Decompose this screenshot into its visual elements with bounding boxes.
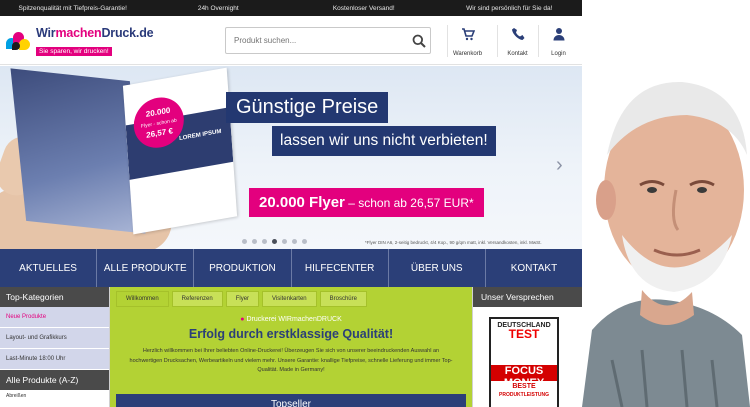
top-info-bar: Spitzenqualität mit Tiefpreis-Garantie! … [0, 0, 582, 16]
welcome-panel: Willkommen Referenzen Flyer Visitenkarte… [110, 287, 472, 407]
topbar-item: 24h Overnight [197, 4, 239, 12]
slider-dot[interactable] [262, 239, 267, 244]
topbar-item: Wir sind persönlich für Sie da! [466, 4, 553, 12]
cart-button[interactable]: Warenkorb [447, 25, 487, 57]
slider-dot[interactable] [292, 239, 297, 244]
phone-icon [511, 28, 524, 40]
search-input[interactable] [226, 28, 408, 53]
nav-item-aktuelles[interactable]: AKTUELLES [0, 249, 98, 287]
topseller-heading: Topseller [116, 394, 466, 407]
search-icon[interactable] [408, 30, 430, 52]
welcome-tag: ● Druckerei WIRmachenDRUCK [240, 316, 342, 323]
sidebar-item-neue-produkte[interactable]: Neue Produkte [0, 307, 109, 328]
tab-visitenkarten[interactable]: Visitenkarten [262, 291, 317, 307]
nav-item-kontakt[interactable]: KONTAKT [486, 249, 582, 287]
logo-name: WirmachenDruck.de [36, 26, 154, 40]
website-screenshot: Spitzenqualität mit Tiefpreis-Garantie! … [0, 0, 582, 407]
nav-item-produktion[interactable]: PRODUKTION [194, 249, 292, 287]
person-image [582, 60, 750, 407]
nav-item-ueber-uns[interactable]: ÜBER UNS [389, 249, 486, 287]
hero-subline: lassen wir uns nicht verbieten! [272, 126, 496, 156]
slider-dot-active[interactable] [272, 239, 277, 244]
slider-dots[interactable] [242, 239, 307, 244]
welcome-title: Erfolg durch erstklassige Qualität! [188, 327, 394, 341]
hero-offer: 20.000 Flyer – schon ab 26,57 EUR* [249, 188, 484, 217]
tab-referenzen[interactable]: Referenzen [171, 291, 223, 307]
slider-dot[interactable] [242, 239, 247, 244]
slider-dot[interactable] [252, 239, 257, 244]
login-label: Login [551, 51, 566, 57]
sidebar-title: Top-Kategorien [0, 287, 109, 307]
hero-headline: Günstige Preise [226, 92, 389, 123]
main-nav: AKTUELLES ALLE PRODUKTE PRODUKTION HILFE… [0, 249, 582, 287]
hero-footnote: *Flyer DIN A6, 2-seitig bedruckt, 4/4 Ko… [365, 240, 542, 245]
contact-label: Kontakt [507, 51, 528, 57]
promise-sidebar: Unser Versprechen DEUTSCHLAND TEST FOCUS … [472, 287, 582, 407]
welcome-text: Herzlich willkommen bei Ihrer beliebten … [129, 348, 453, 373]
contact-button[interactable]: Kontakt [497, 25, 537, 57]
logo-drops-icon [6, 30, 32, 54]
print-drops-icon: ● [240, 316, 245, 323]
category-sidebar: Top-Kategorien Neue Produkte Layout- und… [0, 287, 110, 407]
test-seal: DEUTSCHLAND TEST FOCUS MONEY BESTE PRODUKT… [489, 317, 559, 407]
cart-label: Warenkorb [452, 51, 483, 57]
nav-item-hilfecenter[interactable]: HILFECENTER [292, 249, 389, 287]
user-icon [553, 28, 564, 41]
site-header: WirmachenDruck.de Sie sparen, wir drucke… [0, 16, 582, 65]
logo-slogan: Sie sparen, wir drucken! [36, 47, 112, 56]
search-box [225, 27, 431, 54]
hero-slider[interactable]: 20.000 Flyer - schon ab 26,57 € LOREM IP… [0, 66, 582, 249]
tab-flyer[interactable]: Flyer [225, 291, 260, 307]
topbar-item: Spitzenqualität mit Tiefpreis-Garantie! [18, 4, 127, 12]
tab-broschuere[interactable]: Broschüre [319, 291, 367, 307]
slider-dot[interactable] [282, 239, 287, 244]
topbar-item: Kostenloser Versand! [332, 4, 395, 12]
nav-item-alle-produkte[interactable]: ALLE PRODUKTE [97, 249, 195, 287]
flyer-image-right: 20.000 Flyer - schon ab 26,57 € LOREM IP… [122, 67, 238, 235]
sidebar-item-last-minute[interactable]: Last-Minute 18:00 Uhr [0, 349, 109, 370]
sidebar-item-layout[interactable]: Layout- und Grafikkurs [0, 328, 109, 349]
cart-icon [461, 28, 475, 41]
sidebar-sub-item[interactable]: Abreißen [0, 390, 109, 402]
welcome-tabs: Willkommen Referenzen Flyer Visitenkarte… [116, 291, 367, 307]
logo[interactable]: WirmachenDruck.de Sie sparen, wir drucke… [6, 26, 154, 58]
slider-dot[interactable] [302, 239, 307, 244]
tab-willkommen[interactable]: Willkommen [116, 291, 169, 307]
slider-next-icon[interactable]: › [556, 154, 563, 177]
promise-title: Unser Versprechen [473, 287, 582, 307]
sidebar-section-title[interactable]: Alle Produkte (A-Z) [0, 370, 109, 390]
login-button[interactable]: Login [538, 25, 578, 57]
